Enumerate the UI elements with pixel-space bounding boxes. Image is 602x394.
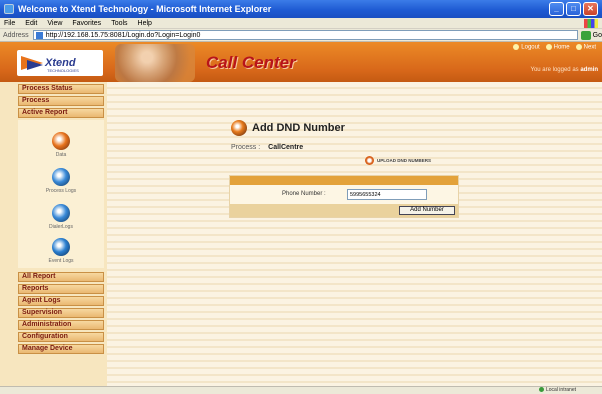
menu-tools[interactable]: Tools bbox=[111, 20, 127, 27]
header-links: Logout Home Next bbox=[513, 44, 596, 51]
logout-label: Logout bbox=[521, 44, 540, 51]
add-dnd-form: Phone Number : Add Number bbox=[229, 175, 459, 218]
browser-window: Welcome to Xtend Technology - Microsoft … bbox=[0, 0, 602, 394]
submenu-data[interactable]: Data bbox=[18, 132, 104, 158]
sidebar-item-administration[interactable]: Administration bbox=[18, 320, 104, 330]
page-icon bbox=[35, 31, 43, 39]
next-label: Next bbox=[583, 44, 596, 51]
sidebar-item-active-report[interactable]: Active Report bbox=[18, 108, 104, 118]
phone-row: Phone Number : bbox=[230, 188, 458, 202]
web-page: Xtend TECHNOLOGIES Call Center Logout Ho… bbox=[0, 42, 602, 386]
home-icon bbox=[545, 44, 552, 50]
sidebar-item-process-status[interactable]: Process Status bbox=[18, 84, 104, 94]
section-title: Add DND Number bbox=[252, 122, 345, 134]
window-controls: _ □ ✕ bbox=[549, 2, 598, 16]
address-input[interactable]: http://192.168.15.75:8081/Login.do?Login… bbox=[32, 30, 578, 40]
upload-dnd-link[interactable]: UPLOAD DND NUMBERS bbox=[365, 156, 431, 165]
page-title: Call Center bbox=[206, 53, 296, 72]
go-button[interactable]: Go bbox=[593, 32, 602, 39]
menu-help[interactable]: Help bbox=[138, 20, 152, 27]
process-value: CallCentre bbox=[268, 144, 304, 151]
windows-logo-icon bbox=[584, 19, 598, 28]
submenu-event-logs[interactable]: Event Logs bbox=[18, 238, 104, 264]
sidebar-item-agent-logs[interactable]: Agent Logs bbox=[18, 296, 104, 306]
logged-user: admin bbox=[580, 67, 598, 73]
submenu-process-logs[interactable]: Process Logs bbox=[18, 168, 104, 194]
ie-icon bbox=[4, 4, 14, 14]
intranet-icon bbox=[538, 387, 544, 393]
zone-label: Local intranet bbox=[545, 387, 576, 393]
menu-file[interactable]: File bbox=[4, 20, 15, 27]
address-bar: Address http://192.168.15.75:8081/Login.… bbox=[0, 29, 602, 42]
address-label: Address bbox=[3, 31, 29, 39]
process-info: Process : CallCentre bbox=[231, 144, 303, 151]
security-zone: Local intranet bbox=[538, 387, 576, 393]
address-url: http://192.168.15.75:8081/Login.do?Login… bbox=[45, 31, 201, 39]
dnd-icon bbox=[231, 120, 247, 136]
upload-icon bbox=[365, 156, 374, 165]
logo-tagline: TECHNOLOGIES bbox=[47, 68, 79, 73]
event-logs-icon bbox=[52, 238, 70, 256]
sidebar: Process Status Process Active Report Dat… bbox=[0, 82, 107, 386]
next-icon bbox=[575, 44, 582, 50]
upload-label: UPLOAD DND NUMBERS bbox=[377, 158, 431, 163]
sidebar-item-manage-device[interactable]: Manage Device bbox=[18, 344, 104, 354]
go-icon[interactable] bbox=[580, 30, 591, 40]
submenu-data-label: Data bbox=[55, 152, 67, 158]
sidebar-item-all-report[interactable]: All Report bbox=[18, 272, 104, 282]
next-link[interactable]: Next bbox=[575, 44, 596, 51]
logo-swoosh-icon bbox=[21, 54, 45, 72]
menu-bar: File Edit View Favorites Tools Help bbox=[0, 18, 602, 29]
main-content: Add DND Number Process : CallCentre UPLO… bbox=[107, 82, 602, 386]
section-heading: Add DND Number bbox=[231, 120, 345, 136]
dialer-logs-icon bbox=[52, 204, 70, 222]
sidebar-item-supervision[interactable]: Supervision bbox=[18, 308, 104, 318]
logged-in-status: You are logged as admin bbox=[531, 67, 599, 73]
header-photo bbox=[115, 44, 195, 82]
process-logs-icon bbox=[52, 168, 70, 186]
process-label: Process : bbox=[231, 144, 261, 151]
xtend-logo: Xtend TECHNOLOGIES bbox=[17, 50, 103, 76]
title-bar: Welcome to Xtend Technology - Microsoft … bbox=[0, 0, 602, 18]
sidebar-item-configuration[interactable]: Configuration bbox=[18, 332, 104, 342]
form-footer: Add Number bbox=[230, 204, 458, 217]
sidebar-item-reports[interactable]: Reports bbox=[18, 284, 104, 294]
menu-edit[interactable]: Edit bbox=[25, 20, 37, 27]
data-icon bbox=[52, 132, 70, 150]
active-report-submenu: Data Process Logs DialerLogs Event Logs bbox=[18, 120, 104, 268]
window-title: Welcome to Xtend Technology - Microsoft … bbox=[18, 4, 272, 14]
home-label: Home bbox=[553, 44, 570, 51]
logout-icon bbox=[513, 44, 520, 50]
status-bar: Local intranet bbox=[0, 386, 602, 394]
menu-view[interactable]: View bbox=[47, 20, 62, 27]
add-number-button[interactable]: Add Number bbox=[399, 206, 455, 215]
minimize-button[interactable]: _ bbox=[549, 2, 564, 16]
maximize-button[interactable]: □ bbox=[566, 2, 581, 16]
submenu-dialer-logs[interactable]: DialerLogs bbox=[18, 204, 104, 230]
submenu-dialer-logs-label: DialerLogs bbox=[49, 224, 73, 230]
phone-number-input[interactable] bbox=[347, 189, 427, 200]
logged-prefix: You are logged as bbox=[530, 67, 579, 73]
form-header-bar bbox=[230, 176, 458, 185]
site-header: Xtend TECHNOLOGIES Call Center Logout Ho… bbox=[0, 42, 602, 82]
home-link[interactable]: Home bbox=[545, 44, 570, 51]
menu-favorites[interactable]: Favorites bbox=[72, 20, 101, 27]
sidebar-item-process[interactable]: Process bbox=[18, 96, 104, 106]
submenu-process-logs-label: Process Logs bbox=[45, 188, 77, 194]
close-button[interactable]: ✕ bbox=[583, 2, 598, 16]
submenu-event-logs-label: Event Logs bbox=[48, 258, 74, 264]
logout-link[interactable]: Logout bbox=[513, 44, 540, 51]
phone-label: Phone Number : bbox=[282, 191, 326, 197]
